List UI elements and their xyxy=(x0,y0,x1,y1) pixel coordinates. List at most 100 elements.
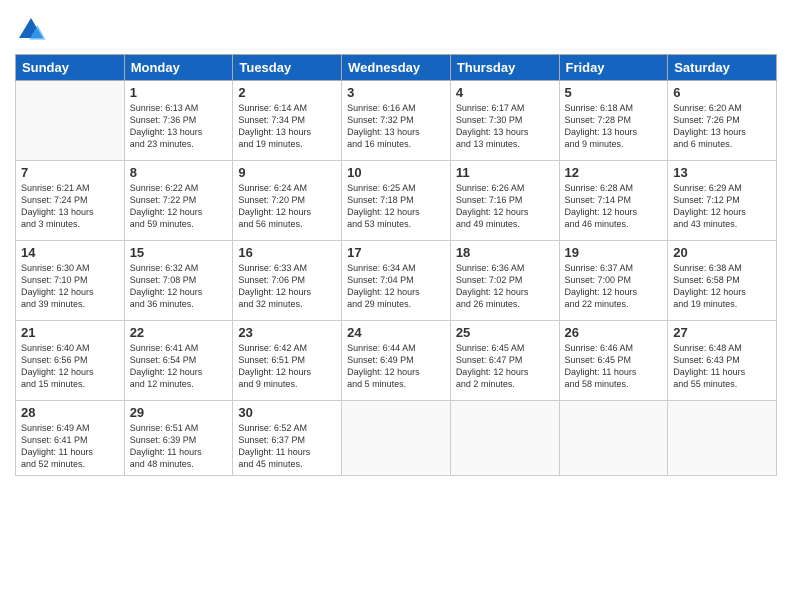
calendar-cell: 28Sunrise: 6:49 AM Sunset: 6:41 PM Dayli… xyxy=(16,401,125,476)
day-number: 7 xyxy=(21,165,119,180)
day-number: 10 xyxy=(347,165,445,180)
calendar-cell: 13 Sunrise: 6:29 AM Sunset: 7:12 PM Dayli… xyxy=(668,161,777,241)
cell-info: Sunrise: 6:16 AM Sunset: 7:32 PM Dayligh… xyxy=(347,102,445,151)
calendar-cell: 8Sunrise: 6:22 AM Sunset: 7:22 PM Daylig… xyxy=(124,161,233,241)
calendar-cell: 1Sunrise: 6:13 AM Sunset: 7:36 PM Daylig… xyxy=(124,81,233,161)
day-number: 3 xyxy=(347,85,445,100)
day-number: 13 xyxy=(673,165,771,180)
calendar-cell xyxy=(559,401,668,476)
cell-info: Sunrise: 6:25 AM Sunset: 7:18 PM Dayligh… xyxy=(347,182,445,231)
calendar-cell xyxy=(668,401,777,476)
calendar-cell: 21 Sunrise: 6:40 AM Sunset: 6:56 PM Dayli… xyxy=(16,321,125,401)
calendar-cell: 23Sunrise: 6:42 AM Sunset: 6:51 PM Dayli… xyxy=(233,321,342,401)
day-number: 19 xyxy=(565,245,663,260)
cell-info: Sunrise: 6:28 AM Sunset: 7:14 PM Dayligh… xyxy=(565,182,663,231)
day-number: 20 xyxy=(673,245,771,260)
calendar-cell: 3 Sunrise: 6:16 AM Sunset: 7:32 PM Daylig… xyxy=(342,81,451,161)
cell-info: Sunrise: 6:20 AM Sunset: 7:26 PM Dayligh… xyxy=(673,102,771,151)
calendar-cell xyxy=(16,81,125,161)
day-number: 4 xyxy=(456,85,554,100)
cell-info: Sunrise: 6:51 AM Sunset: 6:39 PM Dayligh… xyxy=(130,422,228,471)
cell-info: Sunrise: 6:52 AM Sunset: 6:37 PM Dayligh… xyxy=(238,422,336,471)
day-header-monday: Monday xyxy=(124,55,233,81)
day-number: 26 xyxy=(565,325,663,340)
logo-icon xyxy=(15,14,47,46)
calendar-cell: 11 Sunrise: 6:26 AM Sunset: 7:16 PM Dayli… xyxy=(450,161,559,241)
cell-info: Sunrise: 6:37 AM Sunset: 7:00 PM Dayligh… xyxy=(565,262,663,311)
cell-info: Sunrise: 6:48 AM Sunset: 6:43 PM Dayligh… xyxy=(673,342,771,391)
day-number: 6 xyxy=(673,85,771,100)
calendar-cell: 19 Sunrise: 6:37 AM Sunset: 7:00 PM Dayli… xyxy=(559,241,668,321)
calendar-cell: 9 Sunrise: 6:24 AM Sunset: 7:20 PM Daylig… xyxy=(233,161,342,241)
day-number: 29 xyxy=(130,405,228,420)
calendar-cell: 6 Sunrise: 6:20 AM Sunset: 7:26 PM Daylig… xyxy=(668,81,777,161)
cell-info: Sunrise: 6:18 AM Sunset: 7:28 PM Dayligh… xyxy=(565,102,663,151)
cell-info: Sunrise: 6:49 AM Sunset: 6:41 PM Dayligh… xyxy=(21,422,119,471)
calendar-cell: 29 Sunrise: 6:51 AM Sunset: 6:39 PM Dayli… xyxy=(124,401,233,476)
cell-info: Sunrise: 6:38 AM Sunset: 6:58 PM Dayligh… xyxy=(673,262,771,311)
day-number: 8 xyxy=(130,165,228,180)
calendar-cell: 17 Sunrise: 6:34 AM Sunset: 7:04 PM Dayli… xyxy=(342,241,451,321)
calendar-cell: 30 Sunrise: 6:52 AM Sunset: 6:37 PM Dayli… xyxy=(233,401,342,476)
day-number: 2 xyxy=(238,85,336,100)
calendar-cell xyxy=(450,401,559,476)
calendar-header-row: SundayMondayTuesdayWednesdayThursdayFrid… xyxy=(16,55,777,81)
day-number: 21 xyxy=(21,325,119,340)
cell-info: Sunrise: 6:17 AM Sunset: 7:30 PM Dayligh… xyxy=(456,102,554,151)
day-number: 24 xyxy=(347,325,445,340)
calendar-cell: 5 Sunrise: 6:18 AM Sunset: 7:28 PM Daylig… xyxy=(559,81,668,161)
week-row-4: 28Sunrise: 6:49 AM Sunset: 6:41 PM Dayli… xyxy=(16,401,777,476)
cell-info: Sunrise: 6:42 AM Sunset: 6:51 PM Dayligh… xyxy=(238,342,336,391)
day-number: 27 xyxy=(673,325,771,340)
day-number: 9 xyxy=(238,165,336,180)
calendar-cell: 22 Sunrise: 6:41 AM Sunset: 6:54 PM Dayli… xyxy=(124,321,233,401)
calendar-cell: 27 Sunrise: 6:48 AM Sunset: 6:43 PM Dayli… xyxy=(668,321,777,401)
cell-info: Sunrise: 6:21 AM Sunset: 7:24 PM Dayligh… xyxy=(21,182,119,231)
cell-info: Sunrise: 6:44 AM Sunset: 6:49 PM Dayligh… xyxy=(347,342,445,391)
day-number: 15 xyxy=(130,245,228,260)
week-row-0: 1Sunrise: 6:13 AM Sunset: 7:36 PM Daylig… xyxy=(16,81,777,161)
day-header-tuesday: Tuesday xyxy=(233,55,342,81)
cell-info: Sunrise: 6:14 AM Sunset: 7:34 PM Dayligh… xyxy=(238,102,336,151)
calendar-cell: 26 Sunrise: 6:46 AM Sunset: 6:45 PM Dayli… xyxy=(559,321,668,401)
cell-info: Sunrise: 6:24 AM Sunset: 7:20 PM Dayligh… xyxy=(238,182,336,231)
day-number: 17 xyxy=(347,245,445,260)
day-number: 25 xyxy=(456,325,554,340)
day-number: 16 xyxy=(238,245,336,260)
cell-info: Sunrise: 6:29 AM Sunset: 7:12 PM Dayligh… xyxy=(673,182,771,231)
calendar-cell: 16 Sunrise: 6:33 AM Sunset: 7:06 PM Dayli… xyxy=(233,241,342,321)
day-number: 30 xyxy=(238,405,336,420)
day-number: 14 xyxy=(21,245,119,260)
day-number: 11 xyxy=(456,165,554,180)
day-number: 5 xyxy=(565,85,663,100)
calendar-cell: 18 Sunrise: 6:36 AM Sunset: 7:02 PM Dayli… xyxy=(450,241,559,321)
cell-info: Sunrise: 6:36 AM Sunset: 7:02 PM Dayligh… xyxy=(456,262,554,311)
calendar-cell xyxy=(342,401,451,476)
day-header-wednesday: Wednesday xyxy=(342,55,451,81)
logo xyxy=(15,14,51,46)
calendar-cell: 4 Sunrise: 6:17 AM Sunset: 7:30 PM Daylig… xyxy=(450,81,559,161)
day-header-saturday: Saturday xyxy=(668,55,777,81)
page: SundayMondayTuesdayWednesdayThursdayFrid… xyxy=(0,0,792,612)
day-number: 22 xyxy=(130,325,228,340)
day-number: 18 xyxy=(456,245,554,260)
cell-info: Sunrise: 6:30 AM Sunset: 7:10 PM Dayligh… xyxy=(21,262,119,311)
cell-info: Sunrise: 6:41 AM Sunset: 6:54 PM Dayligh… xyxy=(130,342,228,391)
day-number: 1 xyxy=(130,85,228,100)
cell-info: Sunrise: 6:34 AM Sunset: 7:04 PM Dayligh… xyxy=(347,262,445,311)
calendar-cell: 24 Sunrise: 6:44 AM Sunset: 6:49 PM Dayli… xyxy=(342,321,451,401)
cell-info: Sunrise: 6:32 AM Sunset: 7:08 PM Dayligh… xyxy=(130,262,228,311)
calendar: SundayMondayTuesdayWednesdayThursdayFrid… xyxy=(15,54,777,476)
calendar-cell: 10 Sunrise: 6:25 AM Sunset: 7:18 PM Dayli… xyxy=(342,161,451,241)
day-number: 12 xyxy=(565,165,663,180)
cell-info: Sunrise: 6:33 AM Sunset: 7:06 PM Dayligh… xyxy=(238,262,336,311)
calendar-cell: 25Sunrise: 6:45 AM Sunset: 6:47 PM Dayli… xyxy=(450,321,559,401)
week-row-1: 7 Sunrise: 6:21 AM Sunset: 7:24 PM Daylig… xyxy=(16,161,777,241)
cell-info: Sunrise: 6:46 AM Sunset: 6:45 PM Dayligh… xyxy=(565,342,663,391)
calendar-cell: 15 Sunrise: 6:32 AM Sunset: 7:08 PM Dayli… xyxy=(124,241,233,321)
week-row-2: 14 Sunrise: 6:30 AM Sunset: 7:10 PM Dayli… xyxy=(16,241,777,321)
cell-info: Sunrise: 6:40 AM Sunset: 6:56 PM Dayligh… xyxy=(21,342,119,391)
week-row-3: 21 Sunrise: 6:40 AM Sunset: 6:56 PM Dayli… xyxy=(16,321,777,401)
cell-info: Sunrise: 6:26 AM Sunset: 7:16 PM Dayligh… xyxy=(456,182,554,231)
calendar-cell: 14 Sunrise: 6:30 AM Sunset: 7:10 PM Dayli… xyxy=(16,241,125,321)
